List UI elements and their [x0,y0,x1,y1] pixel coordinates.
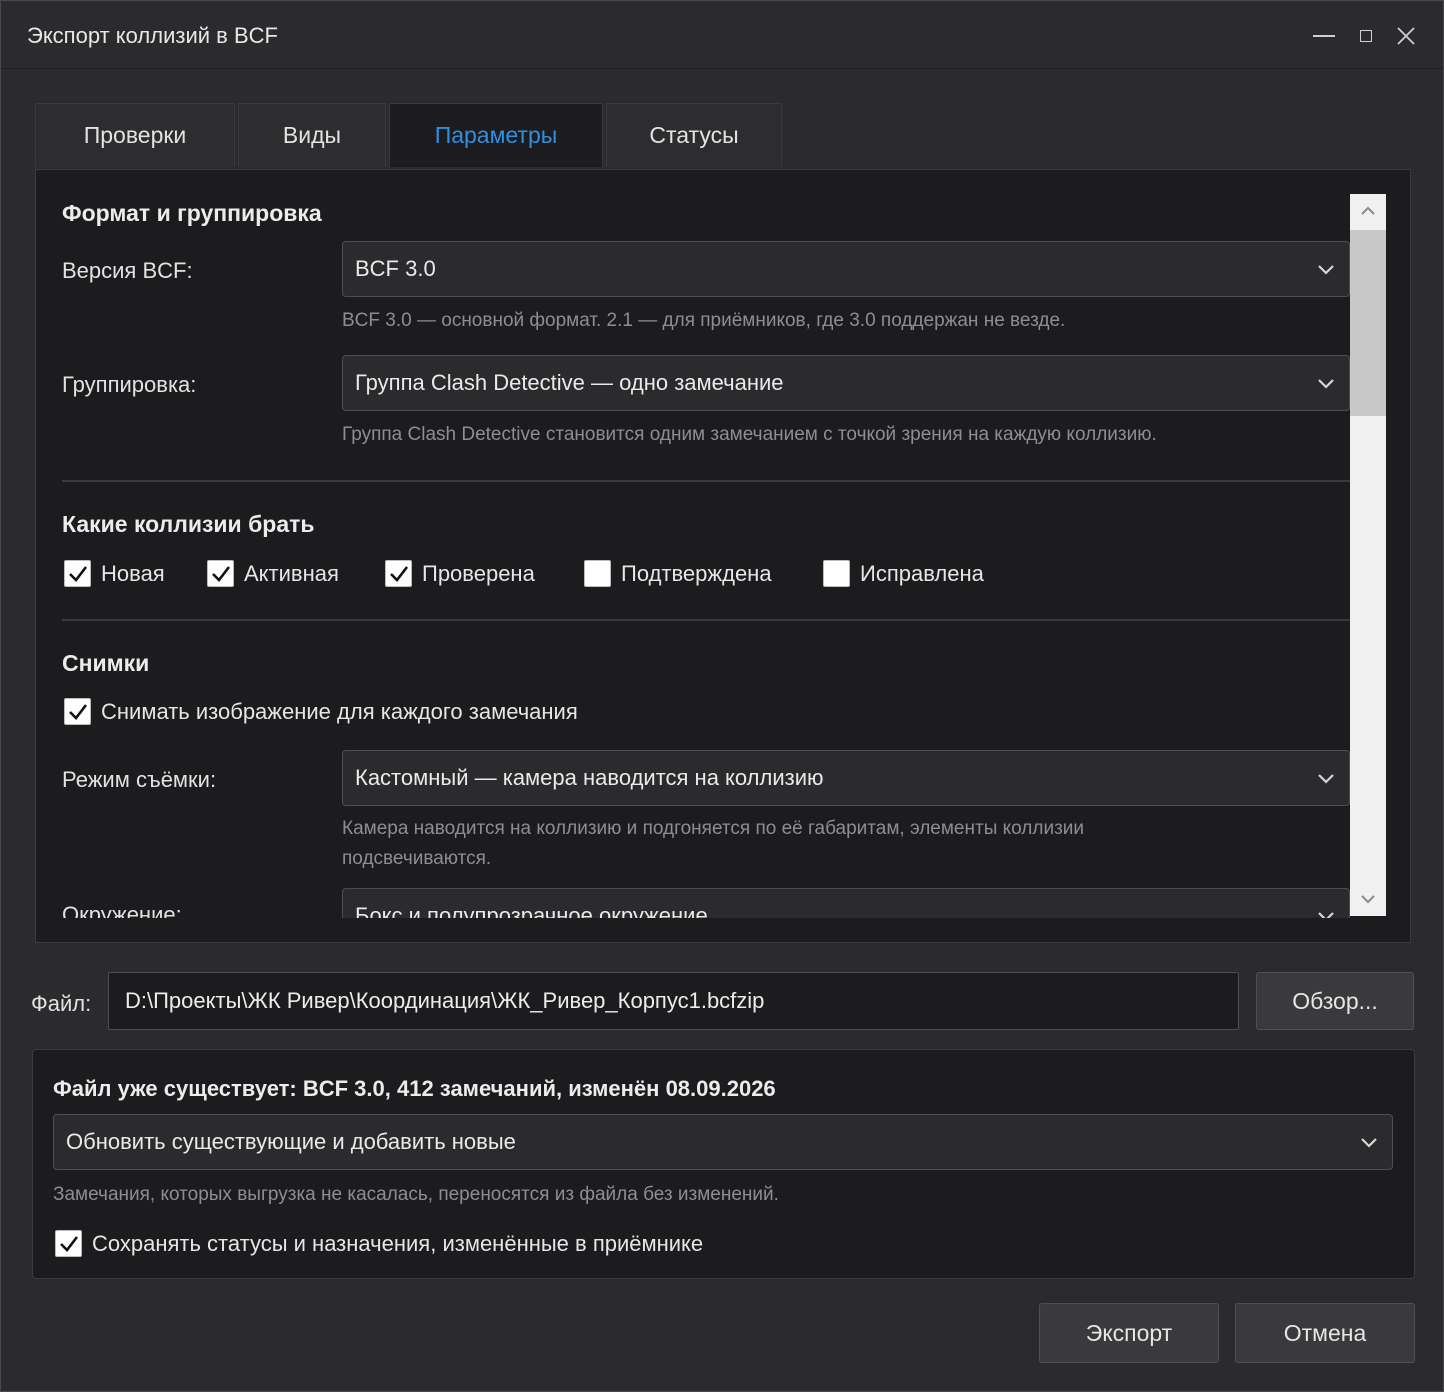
capture-mode-select[interactable]: Кастомный — камера наводится на коллизию [342,750,1350,806]
keep-statuses-checkbox[interactable]: Сохранять статусы и назначения, изменённ… [55,1230,703,1257]
tab-parameters[interactable]: Параметры [389,103,603,167]
status-approved-checkbox[interactable]: Подтверждена [584,560,772,587]
tab-checks[interactable]: Проверки [35,103,235,167]
keep-statuses-label: Сохранять статусы и назначения, изменённ… [92,1230,704,1256]
grouping-label: Группировка: [62,372,197,397]
capture-mode-hint-line: подсвечиваются. [342,848,492,869]
file-path-input[interactable]: D:\Проекты\ЖК Ривер\Координация\ЖК_Ривер… [108,972,1239,1030]
maximize-icon[interactable] [1349,19,1383,53]
status-active-checkbox[interactable]: Активная [207,560,339,587]
status-new-checkbox[interactable]: Новая [64,560,165,587]
bcf-version-label: Версия BCF: [62,258,193,283]
environment-select[interactable]: Бокс и полупрозрачное окружение [342,888,1350,918]
checkbox-box [823,560,850,587]
window-title: Экспорт коллизий в BCF [27,23,278,48]
title-bar: Экспорт коллизий в BCF [1,1,1443,69]
format-heading: Формат и группировка [62,200,322,226]
environment-label: Окружение: [62,902,182,918]
status-resolved-label: Исправлена [860,560,984,586]
grouping-select[interactable]: Группа Clash Detective — одно замечание [342,355,1350,411]
capture-image-label: Снимать изображение для каждого замечани… [101,698,578,724]
export-button[interactable]: Экспорт [1039,1303,1219,1363]
checkbox-box [64,698,91,725]
chevron-down-icon [1318,774,1334,784]
merge-mode-select[interactable]: Обновить существующие и добавить новые [53,1114,1393,1170]
checkmark-icon [68,703,87,720]
checkbox-box [64,560,91,587]
existing-file-title: Файл уже существует: BCF 3.0, 412 замеча… [53,1076,776,1101]
parameters-scroll-area[interactable]: Формат и группировка Версия BCF: BCF 3.0… [36,194,1385,918]
checkbox-box [385,560,412,587]
status-active-label: Активная [244,560,339,586]
close-icon[interactable] [1389,19,1423,53]
status-resolved-checkbox[interactable]: Исправлена [823,560,984,587]
capture-mode-label: Режим съёмки: [62,767,217,792]
environment-value: Бокс и полупрозрачное окружение [355,903,708,918]
checkmark-icon [59,1235,78,1252]
grouping-value: Группа Clash Detective — одно замечание [355,370,784,395]
minimize-icon[interactable] [1307,19,1341,53]
scroll-up-icon[interactable] [1350,194,1386,228]
clashes-heading: Какие коллизии брать [62,511,315,537]
chevron-down-icon [1318,379,1334,389]
parameters-panel: Формат и группировка Версия BCF: BCF 3.0… [35,169,1411,943]
scrollbar-thumb[interactable] [1350,230,1386,416]
capture-mode-value: Кастомный — камера наводится на коллизию [355,765,824,790]
tab-statuses[interactable]: Статусы [606,103,782,167]
status-reviewed-label: Проверена [422,560,535,586]
export-dialog: Экспорт коллизий в BCF Проверки Виды Пар… [0,0,1444,1392]
checkmark-icon [211,565,230,582]
status-approved-label: Подтверждена [621,560,772,586]
capture-mode-hint: Камера наводится на коллизию и подгоняет… [342,814,1084,874]
chevron-down-icon [1361,1138,1377,1148]
bcf-version-value: BCF 3.0 [355,256,436,281]
chevron-down-icon [1318,912,1334,918]
checkbox-box [55,1230,82,1257]
browse-button[interactable]: Обзор... [1256,972,1414,1030]
capture-image-checkbox[interactable]: Снимать изображение для каждого замечани… [64,698,578,725]
bcf-version-select[interactable]: BCF 3.0 [342,241,1350,297]
vertical-scrollbar[interactable] [1350,194,1386,916]
checkmark-icon [389,565,408,582]
merge-mode-value: Обновить существующие и добавить новые [66,1129,516,1154]
tab-views[interactable]: Виды [238,103,386,167]
section-divider [62,480,1350,482]
section-divider [62,619,1350,621]
cancel-button[interactable]: Отмена [1235,1303,1415,1363]
capture-mode-hint-line: Камера наводится на коллизию и подгоняет… [342,818,1085,839]
status-new-label: Новая [101,560,165,586]
checkbox-box [207,560,234,587]
bcf-version-hint: BCF 3.0 — основной формат. 2.1 — для при… [342,310,1066,331]
scroll-down-icon[interactable] [1350,882,1386,916]
checkbox-box [584,560,611,587]
merge-mode-hint: Замечания, которых выгрузка не касалась,… [53,1184,779,1205]
snapshots-heading: Снимки [62,650,150,676]
status-reviewed-checkbox[interactable]: Проверена [385,560,535,587]
existing-file-box: Файл уже существует: BCF 3.0, 412 замеча… [32,1049,1415,1279]
chevron-down-icon [1318,265,1334,275]
file-label: Файл: [31,991,92,1016]
file-path-value: D:\Проекты\ЖК Ривер\Координация\ЖК_Ривер… [125,988,765,1013]
checkmark-icon [68,565,87,582]
grouping-hint: Группа Clash Detective становится одним … [342,424,1157,445]
